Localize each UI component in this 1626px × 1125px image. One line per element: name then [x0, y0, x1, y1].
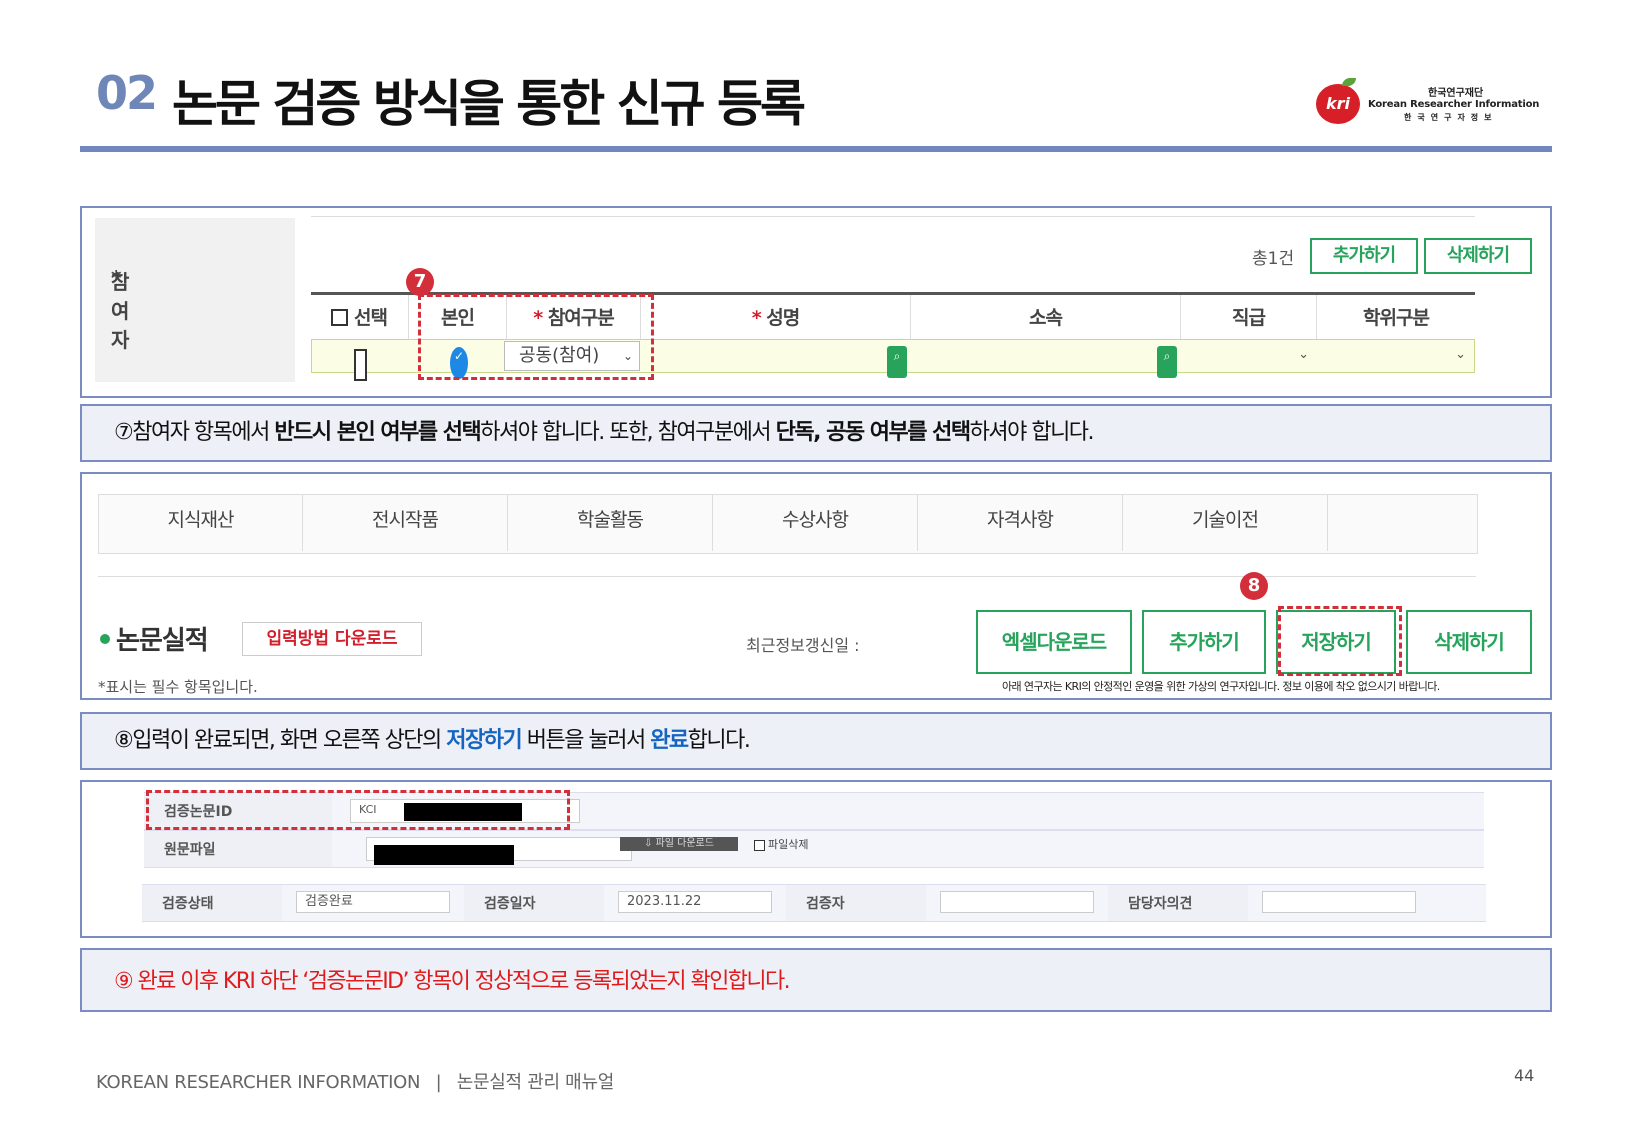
opinion-input[interactable]	[1262, 891, 1416, 913]
instruction-note-9: ⑨ 완료 이후 KRI 하단 ‘검증논문ID’ 항목이 정상적으로 등록되었는지…	[80, 948, 1552, 1012]
highlight-box-7	[418, 294, 654, 380]
position-select[interactable]: ⌄	[1183, 341, 1317, 371]
column-name: * 성명	[641, 295, 911, 341]
note-text: 하셔야 합니다.	[969, 420, 1095, 445]
instruction-note-7: ⑦참여자 항목에서 반드시 본인 여부를 선택하셔야 합니다. 또한, 참여구분…	[80, 404, 1552, 462]
status-label: 검증상태	[162, 896, 214, 912]
column-position: 직급	[1181, 295, 1317, 341]
file-delete-checkbox[interactable]	[754, 840, 765, 851]
virtual-researcher-note: 아래 연구자는 KRI의 안정적인 운영을 위한 가상의 연구자입니다. 정보 …	[1002, 680, 1440, 693]
footer: KOREAN RESEARCHER INFORMATION | 논문실적 관리 …	[96, 1068, 614, 1094]
logo-korean-sub: 한국연구자정보	[1404, 113, 1498, 122]
original-file-row: 원문파일 ⇩ 파일 다운로드 파일삭제	[144, 830, 1484, 868]
note-text: 하셔야 합니다. 또한, 참여구분에서	[480, 420, 776, 445]
footer-manual-title: 논문실적 관리 매뉴얼	[456, 1072, 614, 1093]
column-degree: 학위구분	[1363, 307, 1430, 329]
participant-label: 참여자	[111, 270, 129, 352]
add-button[interactable]: 추가하기	[1142, 610, 1266, 674]
affiliation-input[interactable]: ⌕	[913, 341, 1181, 378]
verifier-input[interactable]	[940, 891, 1094, 913]
excel-download-button[interactable]: 엑셀다운로드	[976, 610, 1132, 674]
column-name-label: 성명	[766, 307, 800, 329]
verification-panel: 검증논문ID KCI 원문파일 ⇩ 파일 다운로드 파일삭제 검증상태 검증완료…	[80, 780, 1552, 938]
note-text: 버튼을 눌러서	[521, 728, 651, 753]
note-text: 합니다.	[687, 728, 751, 753]
select-all-checkbox[interactable]	[331, 309, 348, 326]
tab-awards[interactable]: 수상사항	[713, 495, 918, 551]
file-download-label: 파일 다운로드	[655, 838, 714, 849]
chevron-down-icon: ⌄	[1455, 347, 1466, 362]
participant-panel: * 참여자 총1건 추가하기 삭제하기 선택 본인 * 참여구분 * 성명 소속 …	[80, 206, 1552, 398]
divider	[98, 576, 1476, 577]
column-select: 선택	[311, 295, 409, 341]
leaf-icon	[1342, 78, 1356, 86]
search-icon[interactable]: ⌕	[1157, 346, 1177, 378]
tab-intellectual-property[interactable]: 지식재산	[99, 495, 303, 551]
name-input[interactable]: ⌕	[643, 341, 911, 378]
tab-empty	[1328, 495, 1475, 551]
note-highlight: 완료	[650, 728, 689, 753]
tab-exhibition[interactable]: 전시작품	[303, 495, 508, 551]
tab-certifications[interactable]: 자격사항	[918, 495, 1123, 551]
tab-tech-transfer[interactable]: 기술이전	[1123, 495, 1328, 551]
tab-academic-activity[interactable]: 학술활동	[508, 495, 713, 551]
download-icon: ⇩	[644, 838, 656, 849]
download-method-button[interactable]: 입력방법 다운로드	[242, 622, 422, 656]
section-number: 02	[96, 66, 158, 120]
date-label: 검증일자	[484, 896, 536, 912]
highlight-box-9	[146, 790, 570, 830]
logo-korean-name: 한국연구재단	[1428, 88, 1484, 99]
required-note: *표시는 필수 항목입니다.	[98, 678, 258, 696]
category-tabs: 지식재산 전시작품 학술활동 수상사항 자격사항 기술이전	[98, 494, 1478, 554]
page-title: 논문 검증 방식을 통한 신규 등록	[172, 75, 806, 133]
degree-select[interactable]: ⌄	[1319, 341, 1474, 371]
add-participant-button[interactable]: 추가하기	[1310, 238, 1418, 274]
required-mark: *	[751, 307, 762, 329]
bullet-icon	[100, 634, 110, 644]
verifier-label: 검증자	[806, 896, 845, 912]
verification-status-row: 검증상태 검증완료 검증일자 2023.11.22 검증자 담당자의견	[142, 884, 1486, 922]
file-delete-label: 파일삭제	[768, 838, 809, 851]
note-bold: 단독, 공동 여부를 선택	[775, 420, 972, 445]
footer-brand: KOREAN RESEARCHER INFORMATION	[96, 1072, 421, 1093]
step-badge-7: 7	[406, 268, 434, 296]
section-title: 논문실적	[116, 626, 209, 656]
recent-update-label: 최근정보갱신일 :	[746, 636, 860, 655]
column-affiliation: 소속	[911, 295, 1181, 341]
delete-participant-button[interactable]: 삭제하기	[1424, 238, 1532, 274]
column-select-label: 선택	[354, 307, 388, 329]
logo-english-name: Korean Researcher Information	[1368, 99, 1540, 110]
original-file-label: 원문파일	[164, 842, 216, 858]
paper-performance-panel: 지식재산 전시작품 학술활동 수상사항 자격사항 기술이전 논문실적 입력방법 …	[80, 472, 1552, 700]
file-download-button[interactable]: ⇩ 파일 다운로드	[620, 837, 738, 851]
step-badge-8: 8	[1240, 572, 1268, 600]
footer-separator: |	[435, 1072, 442, 1093]
header-rule	[80, 146, 1552, 152]
opinion-label: 담당자의견	[1128, 896, 1193, 912]
note-highlight: 저장하기	[446, 728, 522, 753]
divider	[311, 216, 1475, 217]
row-select-checkbox[interactable]	[354, 349, 367, 381]
status-input[interactable]: 검증완료	[296, 891, 450, 913]
kri-logo: kri 한국연구재단 Korean Researcher Information…	[1316, 78, 1556, 128]
delete-button[interactable]: 삭제하기	[1406, 610, 1532, 674]
highlight-box-8	[1278, 606, 1402, 676]
date-input[interactable]: 2023.11.22	[618, 891, 772, 913]
total-count: 총1건	[1252, 249, 1295, 269]
page-number: 44	[1514, 1066, 1535, 1085]
participant-label-cell: * 참여자	[95, 218, 295, 382]
apple-logo-icon: kri	[1316, 84, 1360, 124]
redacted-block	[374, 845, 514, 865]
note-text: ⑦참여자 항목에서	[114, 420, 275, 445]
note-bold: 반드시 본인 여부를 선택	[274, 420, 481, 445]
instruction-note-8: ⑧입력이 완료되면, 화면 오른쪽 상단의 저장하기 버튼을 눌러서 완료합니다…	[80, 712, 1552, 770]
search-icon[interactable]: ⌕	[887, 346, 907, 378]
note-text: ⑧입력이 완료되면, 화면 오른쪽 상단의	[114, 728, 447, 753]
chevron-down-icon: ⌄	[1298, 347, 1309, 362]
